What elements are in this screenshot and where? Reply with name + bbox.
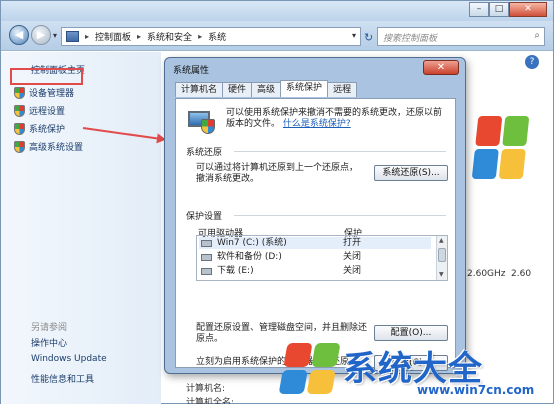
group-divider [234,151,446,152]
advanced-system-settings-label: 高级系统设置 [29,143,84,153]
device-manager-link[interactable]: 设备管理器 [14,86,74,99]
breadcrumb-control-panel[interactable]: 控制面板 [95,30,131,43]
cpu-speed-text: 2.60GHz [467,269,506,279]
group-divider [234,215,446,216]
back-arrow-icon: ◀ [14,28,24,41]
address-bar[interactable]: ▸ 控制面板 ▸ 系统和安全 ▸ 系统 ▾ [61,27,361,46]
minimize-button[interactable]: – [469,2,489,17]
history-dropdown-icon[interactable]: ▾ [53,31,57,40]
site-watermark: 系统大全 www.win7cn.com [277,339,547,401]
tab-hardware[interactable]: 硬件 [222,82,253,97]
drive-row[interactable]: 软件和备份 (D:) 关闭 [199,251,431,263]
control-panel-icon [66,31,79,42]
tab-advanced[interactable]: 高级 [251,82,282,97]
breadcrumb-system-security[interactable]: 系统和安全 [147,30,192,43]
computer-full-name-label: 计算机全名: [186,398,235,404]
computer-name-label: 计算机名: [186,384,226,394]
tab-system-protection[interactable]: 系统保护 [280,80,329,97]
drive-protection-status: 关闭 [343,252,362,262]
drive-list[interactable]: Win7 (C:) (系统) 打开 软件和备份 (D:) 关闭 下载 (E:) … [196,235,448,281]
search-icon[interactable]: ⌕ [534,30,540,41]
system-protection-label: 系统保护 [29,125,66,135]
system-protection-panel: 可以使用系统保护来撤消不需要的系统更改，还原以前版本的文件。 什么是系统保护? … [175,98,456,371]
system-restore-group-label: 系统还原 [186,148,223,158]
windows-update-link[interactable]: Windows Update [31,354,107,364]
system-restore-button[interactable]: 系统还原(S)... [374,165,448,181]
breadcrumb-separator-icon[interactable]: ▸ [137,32,141,41]
dialog-tabs: 计算机名 硬件 高级 系统保护 远程 [175,80,358,97]
back-button[interactable]: ◀ [9,25,29,45]
forward-arrow-icon: ▶ [36,28,46,41]
dialog-title: 系统属性 [173,66,210,76]
windows-logo-icon [471,116,531,180]
intro-text: 可以使用系统保护来撤消不需要的系统更改，还原以前版本的文件。 什么是系统保护? [226,108,446,130]
uac-shield-icon [14,122,25,135]
what-is-system-protection-link[interactable]: 什么是系统保护? [283,119,351,129]
see-also-heading: 另请参阅 [31,323,68,333]
system-protection-icon [188,109,216,135]
cpu-speed-text-2: 2.60 [511,269,532,279]
dialog-close-button[interactable]: ✕ [423,60,459,75]
tab-computer-name[interactable]: 计算机名 [175,82,224,97]
navigation-bar: ◀ ▶ ▾ ▸ 控制面板 ▸ 系统和安全 ▸ 系统 ▾ ↻ 搜索控制面板 ⌕ [1,21,553,51]
left-task-pane: 控制面板主页 设备管理器 远程设置 系统保护 高级系统设置 另请参阅 操作中心 … [1,52,161,404]
control-panel-window: – □ ✕ ◀ ▶ ▾ ▸ 控制面板 ▸ 系统和安全 ▸ 系统 ▾ ↻ 搜索控制… [0,0,554,404]
drive-protection-status: 关闭 [343,266,362,276]
forward-button[interactable]: ▶ [31,25,51,45]
drive-icon [201,254,212,261]
drive-name: 下载 (E:) [217,266,254,276]
window-controls: – □ ✕ [469,2,547,17]
address-dropdown-icon[interactable]: ▾ [352,31,356,40]
drive-protection-status: 打开 [343,238,362,248]
breadcrumb-system[interactable]: 系统 [208,30,226,43]
device-manager-label: 设备管理器 [29,89,75,99]
close-window-button[interactable]: ✕ [509,2,547,17]
remote-settings-label: 远程设置 [29,107,66,117]
uac-shield-icon [14,104,25,117]
drive-row[interactable]: Win7 (C:) (系统) 打开 [199,237,431,249]
tab-remote[interactable]: 远程 [327,82,358,97]
drive-icon [201,240,212,247]
system-restore-description: 可以通过将计算机还原到上一个还原点，撤消系统更改。 [196,163,359,184]
drive-row[interactable]: 下载 (E:) 关闭 [199,265,431,277]
advanced-system-settings-link[interactable]: 高级系统设置 [14,140,83,153]
drive-name: 软件和备份 (D:) [217,252,282,262]
drive-list-scrollbar[interactable]: ▲ ▼ [436,236,447,280]
system-properties-dialog: 系统属性 ✕ 计算机名 硬件 高级 系统保护 远程 可以使用系统保护来撤消不需要… [164,57,466,374]
system-protection-link[interactable]: 系统保护 [14,122,65,135]
maximize-button[interactable]: □ [489,2,509,17]
uac-shield-icon [14,86,25,99]
windows-flag-logo-icon [278,343,341,395]
search-placeholder: 搜索控制面板 [383,34,438,44]
scroll-down-icon[interactable]: ▼ [439,271,444,278]
title-bar: – □ ✕ [1,1,553,21]
help-icon[interactable]: ? [525,55,539,69]
uac-shield-icon [14,140,25,153]
remote-settings-link[interactable]: 远程设置 [14,104,65,117]
watermark-url: www.win7cn.com [417,383,535,397]
annotation-highlight-box [10,68,83,85]
drive-icon [201,268,212,275]
scroll-thumb[interactable] [438,248,446,262]
drive-name: Win7 (C:) (系统) [217,238,287,248]
breadcrumb-separator-icon[interactable]: ▸ [85,32,89,41]
protection-settings-group-label: 保护设置 [186,212,223,222]
action-center-link[interactable]: 操作中心 [31,336,67,349]
scroll-up-icon[interactable]: ▲ [439,237,444,244]
search-input[interactable]: 搜索控制面板 ⌕ [377,27,545,46]
performance-tools-link[interactable]: 性能信息和工具 [31,372,94,385]
breadcrumb-separator-icon[interactable]: ▸ [198,32,202,41]
refresh-icon[interactable]: ↻ [364,31,373,44]
